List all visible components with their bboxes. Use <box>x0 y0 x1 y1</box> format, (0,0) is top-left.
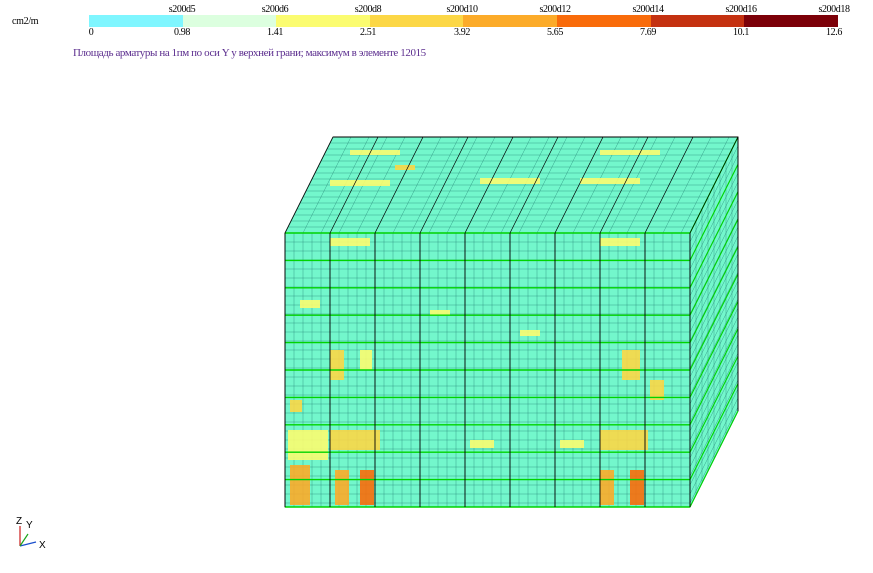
reinforcement-zone <box>520 330 540 336</box>
reinforcement-zone <box>395 165 415 170</box>
building-model-view <box>284 136 739 508</box>
reinforcement-zone <box>480 178 540 184</box>
reinforcement-zone <box>600 150 660 155</box>
axis-z-label: Z <box>16 516 22 527</box>
reinforcement-zone <box>288 430 328 460</box>
reinforcement-zone <box>335 470 349 505</box>
reinforcement-zone <box>350 150 400 155</box>
reinforcement-zone <box>470 440 494 448</box>
reinforcement-zone <box>580 178 640 184</box>
reinforcement-zone <box>330 238 370 246</box>
reinforcement-zone <box>360 350 372 370</box>
reinforcement-zone <box>290 465 310 505</box>
reinforcement-zone <box>622 350 640 380</box>
reinforcement-zone <box>600 470 614 505</box>
reinforcement-zone <box>360 470 374 505</box>
reinforcement-zone <box>330 430 380 450</box>
axis-y-label: Y <box>26 520 33 531</box>
reinforcement-zone <box>600 238 640 246</box>
reinforcement-zone <box>300 300 320 308</box>
reinforcement-zone <box>330 350 344 380</box>
axis-triad: Z Y X <box>16 516 46 551</box>
reinforcement-zone <box>330 180 390 186</box>
reinforcement-zone <box>630 470 644 505</box>
reinforcement-zone <box>290 400 302 412</box>
reinforcement-zone <box>600 430 648 450</box>
reinforcement-zone <box>560 440 584 448</box>
axis-x-label: X <box>39 540 46 551</box>
